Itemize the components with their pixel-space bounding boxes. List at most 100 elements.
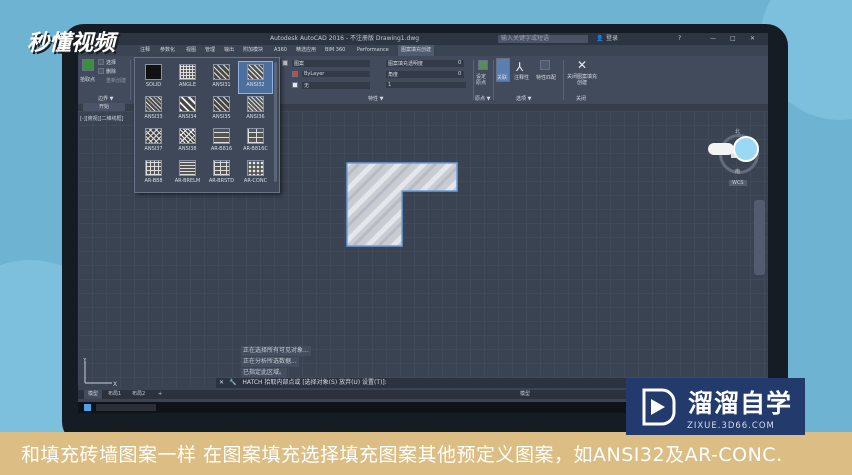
maximize-button[interactable]: □ [730,33,736,45]
command-line[interactable]: ✕ 🔧 HATCH 拾取内部点或 [选择对象(S) 放弃(U) 设置(T)]: [216,378,626,388]
pattern-ar-brelm[interactable]: AR-BRELM [171,158,204,189]
start-icon[interactable] [84,404,91,411]
pattern-ar-brstd[interactable]: AR-BRSTD [205,158,238,189]
tab-parametric[interactable]: 参数化 [160,45,175,56]
match-properties-icon[interactable] [540,60,550,70]
transparency-label[interactable]: 图案填充透明度 [386,60,464,67]
viewport-controls[interactable]: [-][俯视][二维线框] [80,115,124,122]
vertical-scrollbar[interactable] [754,200,765,275]
tab-start[interactable]: 开始 [83,103,125,111]
pattern-name: AR-CONC [243,178,268,184]
close-panel-label[interactable]: 关闭 [576,95,586,102]
remove-icon[interactable] [98,68,104,74]
status-model[interactable]: 模型 [520,390,530,399]
tab-addins[interactable]: 附加模块 [243,45,263,56]
pattern-ar-b816[interactable]: AR-B816 [205,126,238,157]
tab-a360[interactable]: A360 [274,45,287,56]
pick-points-label: 拾取点 [80,77,96,83]
pattern-ansi37[interactable]: ANSI37 [137,126,170,157]
remove-label[interactable]: 删除 [106,68,116,75]
angle-label[interactable]: 角度 [386,71,464,78]
pattern-type-select[interactable]: 图案 [292,60,370,67]
wcs-menu[interactable]: WCS [729,180,747,186]
pattern-name: ANSI37 [144,146,163,152]
pattern-solid[interactable]: SOLID [137,62,170,93]
tab-featured-apps[interactable]: 精选应用 [296,45,316,56]
annotative-icon[interactable]: ⅄ [516,60,523,74]
pattern-name: ANSI34 [178,114,197,120]
close-hatch-label[interactable]: 关闭图案填充创建 [567,74,597,86]
wrench-icon[interactable]: 🔧 [229,379,236,386]
taskbar-search[interactable] [96,404,156,411]
set-origin-icon[interactable] [478,60,488,70]
pattern-swatch [247,64,264,80]
options-panel-label[interactable]: 选项 ▼ [516,95,531,102]
brand-watermark: 溜溜自学 ZIXUE.3D66.COM [626,378,805,435]
navcube-north[interactable]: 北 [735,128,740,135]
tab-model[interactable]: 模型 [84,390,103,399]
brand-url: ZIXUE.3D66.COM [687,421,775,431]
command-history-line: 正在选择所有可见对象... [241,346,311,356]
pattern-ar-conc[interactable]: AR-CONC [239,158,272,189]
hatched-region[interactable] [346,162,458,247]
tab-layout2[interactable]: 布局2 [132,390,145,399]
tab-output[interactable]: 输出 [224,45,234,56]
tab-layout1[interactable]: 布局1 [108,390,121,399]
properties-panel-label[interactable]: 特性 ▼ [368,95,383,102]
close-window-button[interactable]: ✕ [750,33,755,45]
tab-view[interactable]: 视图 [186,45,196,56]
pattern-ansi35[interactable]: ANSI35 [205,94,238,125]
pattern-angle[interactable]: ANGLE [171,62,204,93]
select-icon[interactable] [98,59,104,65]
tab-annotate[interactable]: 注释 [140,45,150,56]
boundary-panel-label[interactable]: 边界 ▼ [98,95,113,102]
annotative-label[interactable]: 注释性 [514,74,529,81]
match-properties-label[interactable]: 特性匹配 [536,74,556,81]
pattern-name: AR-BRSTD [208,178,235,184]
minimize-button[interactable]: — [710,33,716,45]
pattern-type-icon [282,60,288,66]
pick-points-button[interactable] [82,59,94,71]
user-icon[interactable]: 👤 [596,33,603,45]
assistant-bubble [708,143,734,155]
pattern-ansi36[interactable]: ANSI36 [239,94,272,125]
background-select[interactable]: 无 [302,82,370,89]
navcube-south[interactable]: 南 [735,168,740,175]
help-icon[interactable]: ? [678,33,681,45]
recreate-label[interactable]: 重新创建 [106,77,126,84]
select-label[interactable]: 选择 [106,59,116,66]
signin-button[interactable]: 登录 [606,33,618,45]
gallery-scrollbar[interactable] [274,62,277,182]
pattern-ar-b816c[interactable]: AR-B816C [239,126,272,157]
tab-manage[interactable]: 管理 [205,45,215,56]
search-input[interactable]: 输入关键字或短语 [498,35,588,43]
pattern-name: ANSI38 [178,146,197,152]
pattern-ansi32[interactable]: ANSI32 [238,61,273,94]
pattern-ansi34[interactable]: ANSI34 [171,94,204,125]
tab-bim360[interactable]: BIM 360 [325,45,345,56]
close-hatch-icon[interactable]: ✕ [577,58,587,72]
transparency-value[interactable]: 0 [458,60,461,66]
add-layout-icon[interactable]: + [158,390,162,399]
pattern-ansi33[interactable]: ANSI33 [137,94,170,125]
pattern-ansi38[interactable]: ANSI38 [171,126,204,157]
origin-panel-label[interactable]: 原点 ▼ [475,95,490,102]
tab-hatch-creation[interactable]: 图案填充创建 [398,45,435,56]
color-select[interactable]: ByLayer [302,71,370,77]
pattern-swatch [145,96,162,112]
pattern-ansi31[interactable]: ANSI31 [205,62,238,93]
window-title: Autodesk AutoCAD 2016 - 不注册版 Drawing1.dw… [270,35,420,42]
subtitle-text: 和填充砖墙图案一样 在图案填充选择填充图案其他预定义图案，如ANSI32及AR-… [21,444,783,466]
tab-performance[interactable]: Performance [357,45,389,56]
pattern-name: AR-B816 [210,146,233,152]
scale-input[interactable]: 1 [386,82,466,88]
pattern-name: ANGLE [179,82,196,88]
angle-value[interactable]: 0 [458,71,461,77]
pattern-name: ANSI32 [246,82,265,88]
pattern-swatch [213,128,230,144]
close-command-icon[interactable]: ✕ [216,379,227,386]
pattern-ar-b88[interactable]: AR-B88 [137,158,170,189]
set-origin-label[interactable]: 设定原点 [476,74,488,86]
pattern-swatch [213,64,230,80]
pattern-name: ANSI31 [212,82,231,88]
